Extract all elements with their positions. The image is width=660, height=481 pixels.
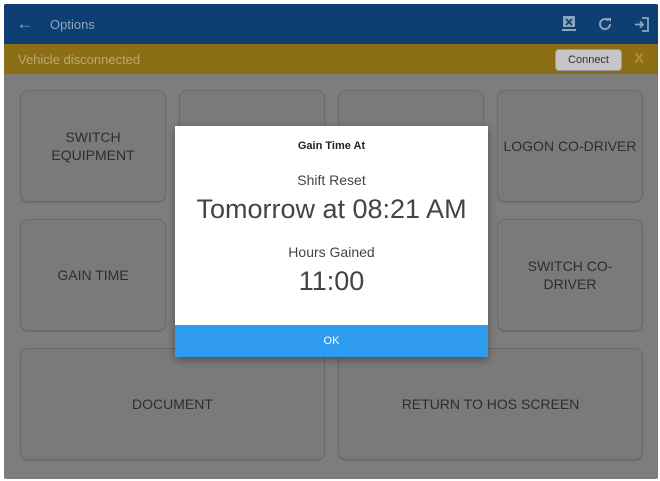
- logout-icon[interactable]: [633, 16, 650, 33]
- app-window: ← Options Vehicle disconnected Connect X…: [4, 4, 658, 479]
- hours-gained-label: Hours Gained: [288, 244, 375, 260]
- return-to-hos-label: RETURN TO HOS SCREEN: [401, 396, 580, 412]
- dialog-title: Gain Time At: [297, 140, 366, 152]
- ok-button[interactable]: OK: [175, 325, 488, 357]
- app-bar-actions: [561, 4, 650, 44]
- shift-reset-value: Tomorrow at 08:21 AM: [196, 194, 467, 224]
- gain-time-dialog: Gain Time At Shift Reset Tomorrow at 08:…: [175, 126, 488, 357]
- shift-reset-label: Shift Reset: [297, 172, 366, 188]
- gain-time-button[interactable]: GAIN TIME: [20, 219, 166, 331]
- document-label: DOCUMENT: [132, 396, 213, 412]
- banner-close-button[interactable]: X: [634, 50, 644, 67]
- page-title: Options: [50, 16, 95, 32]
- hours-gained-value: 11:00: [298, 266, 365, 296]
- return-to-hos-button[interactable]: RETURN TO HOS SCREEN: [338, 348, 643, 460]
- switch-co-driver-button[interactable]: SWITCH CO-DRIVER: [497, 219, 643, 331]
- switch-co-driver-label: SWITCH CO-DRIVER: [527, 258, 613, 292]
- document-button[interactable]: DOCUMENT: [20, 348, 325, 460]
- logon-co-driver-button[interactable]: LOGON CO-DRIVER: [497, 90, 643, 202]
- connect-button[interactable]: Connect: [555, 49, 622, 71]
- logon-co-driver-label: LOGON CO-DRIVER: [503, 138, 637, 154]
- switch-equipment-button[interactable]: SWITCH EQUIPMENT: [20, 90, 166, 202]
- disconnect-device-icon[interactable]: [561, 15, 577, 33]
- switch-equipment-label: SWITCH EQUIPMENT: [51, 129, 135, 163]
- connection-status-banner: Vehicle disconnected Connect X: [4, 44, 658, 74]
- connection-status-text: Vehicle disconnected: [18, 51, 141, 67]
- app-bar: ← Options: [4, 4, 658, 44]
- gain-time-label: GAIN TIME: [57, 267, 129, 283]
- refresh-icon[interactable]: [597, 16, 613, 32]
- arrow-left-icon[interactable]: ←: [8, 14, 42, 34]
